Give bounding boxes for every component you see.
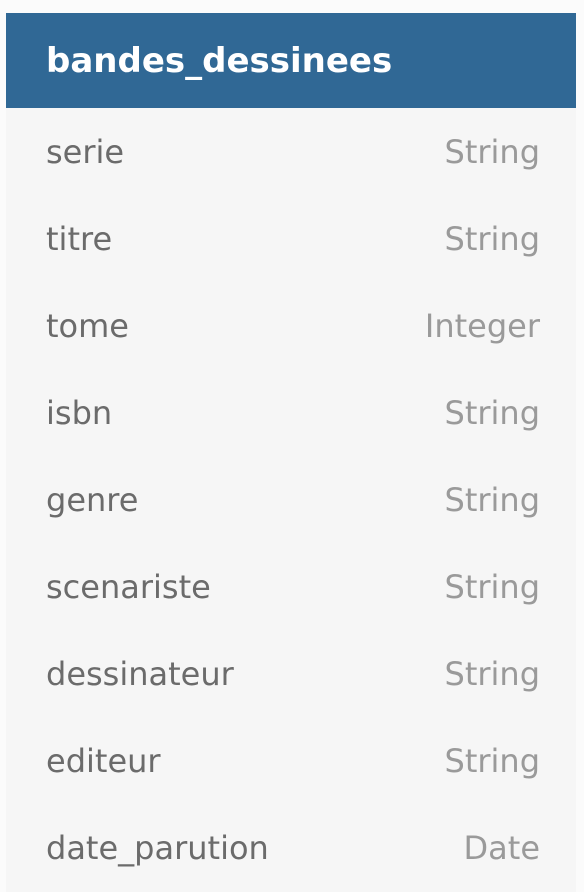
field-type: String [444,219,541,258]
table-title: bandes_dessinees [46,40,393,81]
entity-table[interactable]: bandes_dessinees serie String titre String t… [6,13,576,892]
field-name: scenariste [46,567,211,606]
field-type: String [444,567,541,606]
field-type: String [444,132,541,171]
field-type: Date [463,828,540,867]
field-row[interactable]: date_parution Date [6,804,576,891]
field-name: isbn [46,393,113,432]
field-name: tome [46,306,129,345]
field-type: String [444,480,541,519]
field-name: date_parution [46,828,269,867]
field-type: String [444,741,541,780]
field-name: serie [46,132,125,171]
field-name: titre [46,219,113,258]
field-row[interactable]: titre String [6,195,576,282]
field-row[interactable]: scenariste String [6,543,576,630]
field-row[interactable]: editeur String [6,717,576,804]
field-type: String [444,654,541,693]
field-row[interactable]: serie String [6,108,576,195]
field-type: Integer [424,306,540,345]
field-name: editeur [46,741,161,780]
field-name: dessinateur [46,654,234,693]
field-type: String [444,393,541,432]
field-row[interactable]: isbn String [6,369,576,456]
field-name: genre [46,480,139,519]
field-row[interactable]: tome Integer [6,282,576,369]
field-list: serie String titre String tome Integer isbn Str… [6,108,576,891]
field-row[interactable]: genre String [6,456,576,543]
field-row[interactable]: dessinateur String [6,630,576,717]
table-header: bandes_dessinees [6,13,576,108]
